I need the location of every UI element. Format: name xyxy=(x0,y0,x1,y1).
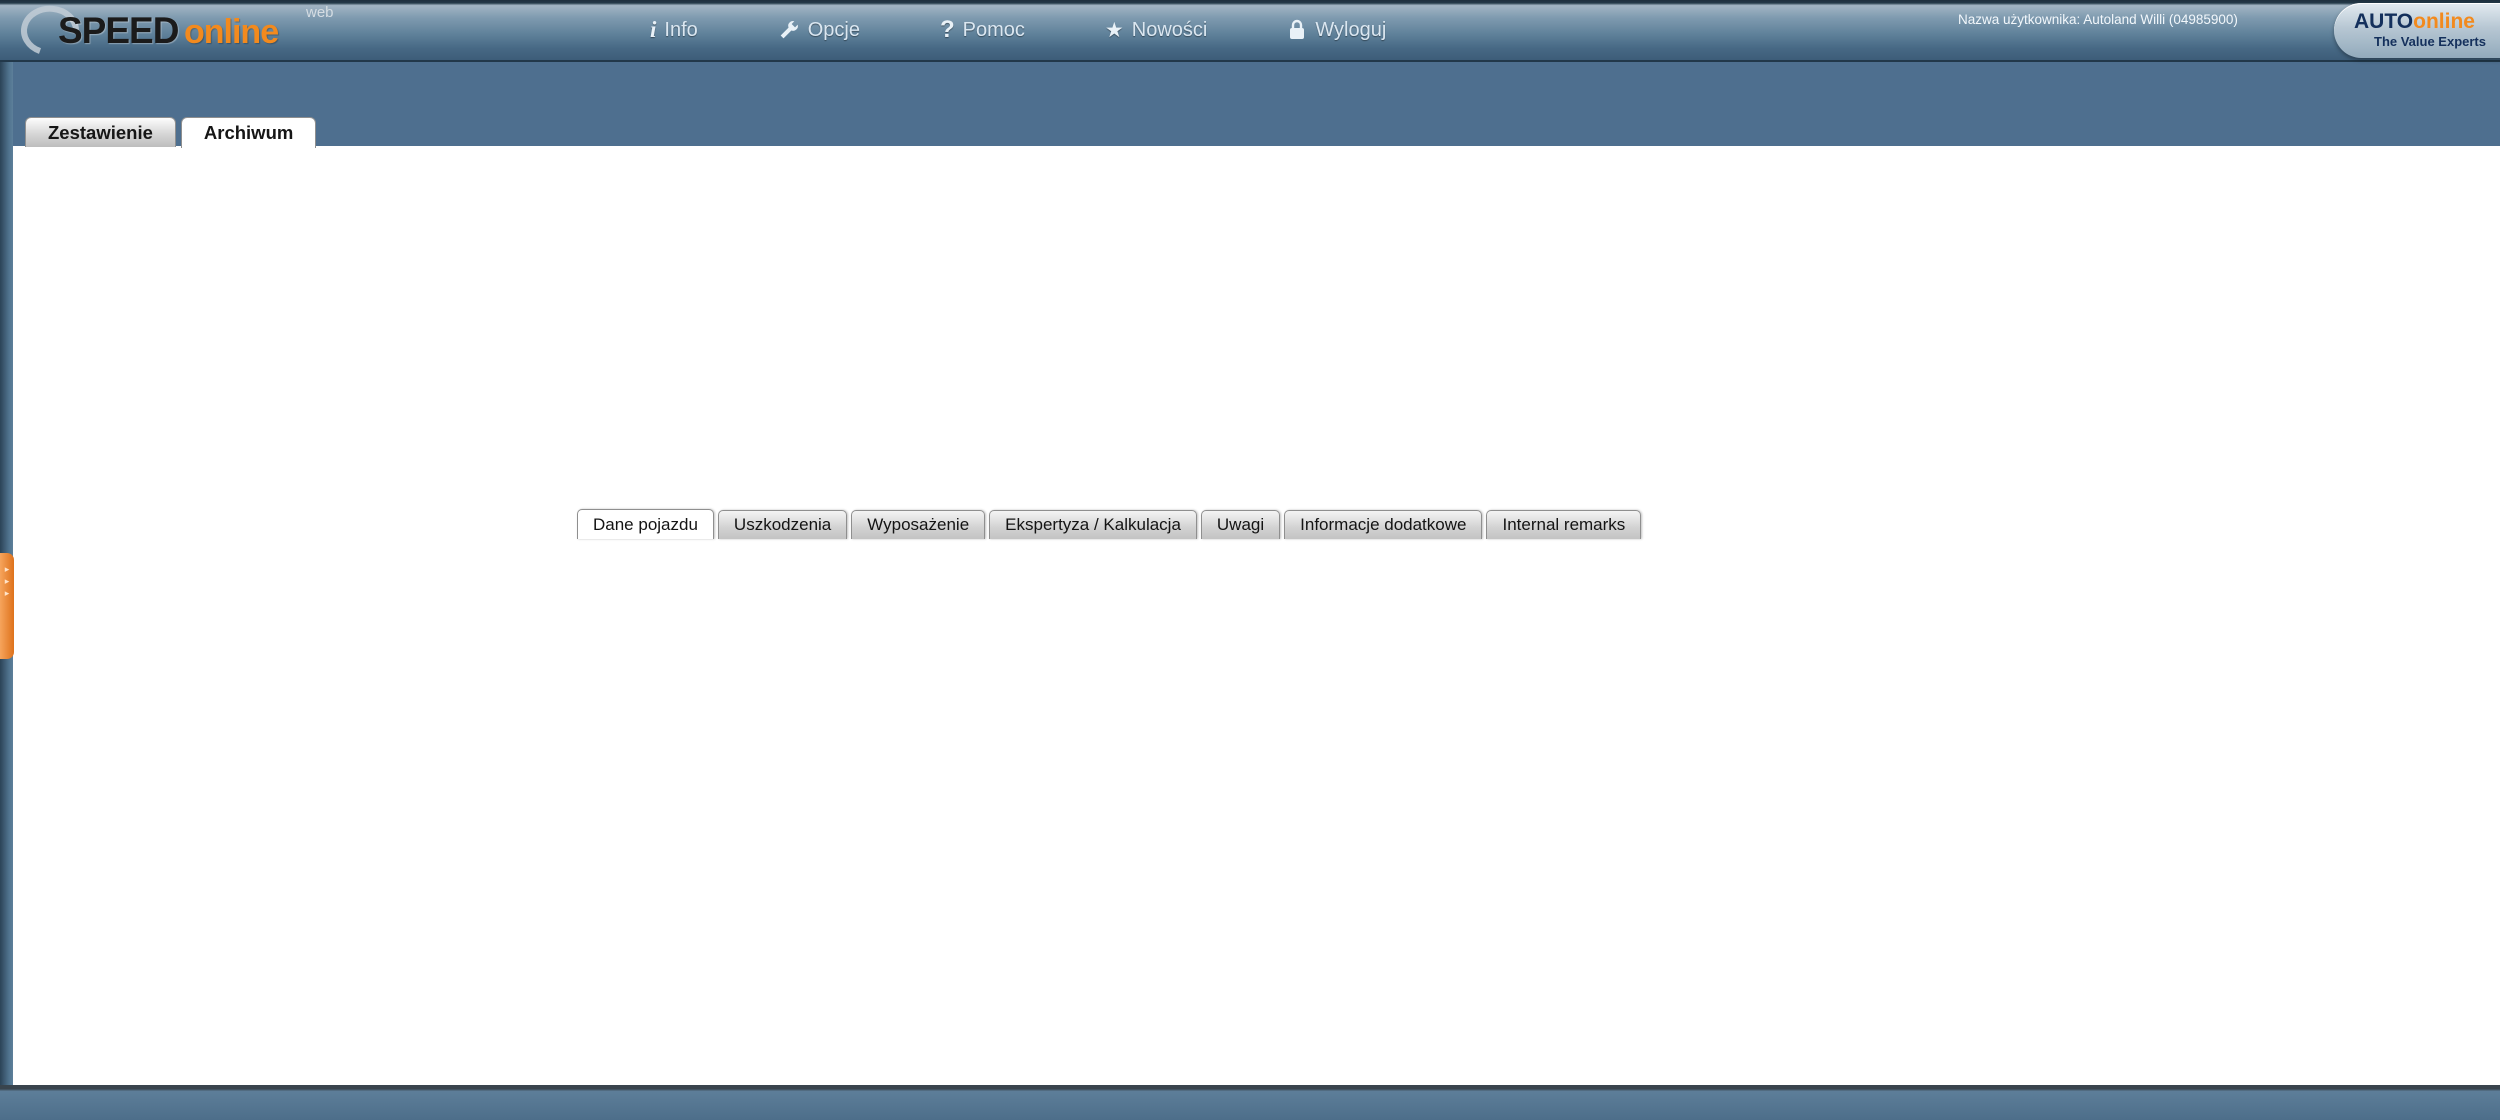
top-header: SPEED online web i Info Opcje ? Pomoc ★ … xyxy=(0,0,2500,62)
expander-arrow-icon: ▸ xyxy=(5,577,10,586)
speedonline-app: SPEED online web i Info Opcje ? Pomoc ★ … xyxy=(0,0,2500,1120)
tab-ekspertyza-label: Ekspertyza / Kalkulacja xyxy=(1005,515,1181,535)
tab-zestawienie-label: Zestawienie xyxy=(48,122,153,144)
star-icon: ★ xyxy=(1105,18,1124,43)
username-display: Nazwa użytkownika: Autoland Willi (04985… xyxy=(1958,12,2258,27)
detail-tab-bar: Dane pojazdu Uszkodzenia Wyposażenie Eks… xyxy=(577,509,1645,539)
page-footer: a Solera compa xyxy=(0,1085,2500,1120)
tab-internal-remarks[interactable]: Internal remarks xyxy=(1486,510,1641,539)
tab-uszkodzenia[interactable]: Uszkodzenia xyxy=(718,510,847,539)
tab-uszkodzenia-label: Uszkodzenia xyxy=(734,515,831,535)
brand-online-text: online xyxy=(2413,10,2475,33)
nav-logout-label: Wyloguj xyxy=(1315,19,1386,42)
tab-informacje-dodatkowe-label: Informacje dodatkowe xyxy=(1300,515,1466,535)
nav-logout[interactable]: Wyloguj xyxy=(1287,19,1386,42)
nav-info-label: Info xyxy=(664,19,697,42)
lock-icon xyxy=(1287,19,1307,41)
brand-tagline: The Value Experts xyxy=(2374,34,2500,49)
nav-options-label: Opcje xyxy=(808,19,860,42)
expander-arrow-icon: ▸ xyxy=(5,565,10,574)
logo-online-text: online xyxy=(184,13,278,52)
main-tab-bar: Zestawienie Archiwum xyxy=(25,117,321,148)
brand-auto-text: AUTO xyxy=(2354,10,2413,33)
content-panel xyxy=(13,146,2500,1085)
nav-news[interactable]: ★ Nowości xyxy=(1105,18,1207,43)
nav-help[interactable]: ? Pomoc xyxy=(940,16,1025,44)
main-nav: i Info Opcje ? Pomoc ★ Nowości xyxy=(650,16,1386,44)
tab-uwagi-label: Uwagi xyxy=(1217,515,1264,535)
tab-archiwum[interactable]: Archiwum xyxy=(181,117,316,148)
wrench-icon xyxy=(778,19,800,41)
info-icon: i xyxy=(650,17,656,43)
tab-uwagi[interactable]: Uwagi xyxy=(1201,510,1280,539)
tab-dane-pojazdu[interactable]: Dane pojazdu xyxy=(577,509,714,539)
tab-archiwum-label: Archiwum xyxy=(204,122,293,144)
tab-zestawienie[interactable]: Zestawienie xyxy=(25,117,176,147)
tab-informacje-dodatkowe[interactable]: Informacje dodatkowe xyxy=(1284,510,1482,539)
expander-arrow-icon: ▸ xyxy=(5,589,10,598)
nav-help-label: Pomoc xyxy=(963,19,1025,42)
nav-info[interactable]: i Info xyxy=(650,17,698,43)
logo-web-text: web xyxy=(306,4,334,21)
tab-internal-remarks-label: Internal remarks xyxy=(1502,515,1625,535)
nav-options[interactable]: Opcje xyxy=(778,19,860,42)
logo-speed-text: SPEED xyxy=(58,10,178,52)
tab-wyposazenie[interactable]: Wyposażenie xyxy=(851,510,985,539)
panel-expander-handle[interactable]: ▸ ▸ ▸ xyxy=(0,553,14,659)
tab-ekspertyza[interactable]: Ekspertyza / Kalkulacja xyxy=(989,510,1197,539)
tab-wyposazenie-label: Wyposażenie xyxy=(867,515,969,535)
help-icon: ? xyxy=(940,16,955,44)
tab-dane-pojazdu-label: Dane pojazdu xyxy=(593,515,698,535)
nav-news-label: Nowości xyxy=(1132,19,1208,42)
autoonline-brand-logo[interactable]: AUTOonline The Value Experts xyxy=(2334,3,2500,58)
